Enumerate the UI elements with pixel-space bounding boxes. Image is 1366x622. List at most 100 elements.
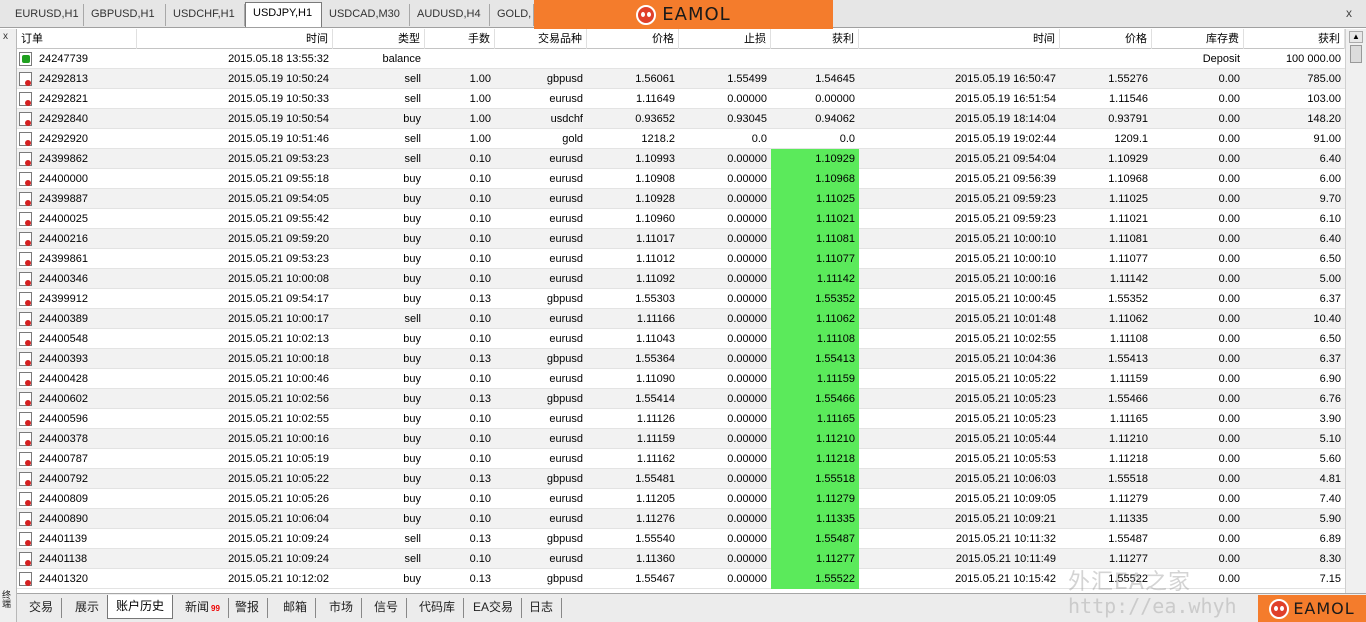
table-row[interactable]: 24399887 2015.05.21 09:54:05 buy 0.10 eurusd…	[17, 189, 1345, 209]
cell-open-time: 2015.05.21 09:55:18	[228, 173, 329, 185]
cell-symbol: eurusd	[549, 333, 583, 345]
table-row[interactable]: 24400809 2015.05.21 10:05:26 buy 0.10 eurusd…	[17, 489, 1345, 509]
column-header-order[interactable]: 订单	[17, 29, 137, 49]
table-row[interactable]: 24292920 2015.05.19 10:51:46 sell 1.00 gold 1…	[17, 129, 1345, 149]
cell-close-price: 1.55487	[1108, 533, 1148, 545]
column-header-symbol[interactable]: 交易品种	[495, 29, 587, 49]
cell-type: buy	[403, 293, 421, 305]
cell-close-time: 2015.05.21 10:09:05	[955, 493, 1056, 505]
cell-profit: 91.00	[1313, 133, 1341, 145]
cell-close-price: 1.11077	[1109, 253, 1148, 265]
table-row[interactable]: 24400596 2015.05.21 10:02:55 buy 0.10 eurusd…	[17, 409, 1345, 429]
cell-profit: 5.60	[1319, 453, 1341, 465]
terminal-tab[interactable]: 市场	[321, 598, 363, 618]
column-header-type[interactable]: 类型	[333, 29, 425, 49]
table-row[interactable]: 24400393 2015.05.21 10:00:18 buy 0.13 gbpusd…	[17, 349, 1345, 369]
scroll-thumb[interactable]	[1350, 45, 1362, 63]
table-row[interactable]: 24400787 2015.05.21 10:05:19 buy 0.10 eurusd…	[17, 449, 1345, 469]
cell-lots: 0.10	[469, 553, 491, 565]
toolbox-close-icon[interactable]: x	[3, 31, 8, 42]
corner-logo-text: EAMOL	[1293, 599, 1355, 618]
column-header-open-time[interactable]: 时间	[137, 29, 333, 49]
table-row[interactable]: 24401139 2015.05.21 10:09:24 sell 0.13 gbpus…	[17, 529, 1345, 549]
column-header-close-price[interactable]: 价格	[1060, 29, 1152, 49]
column-header-stop-loss[interactable]: 止损	[679, 29, 771, 49]
table-row[interactable]: 24400548 2015.05.21 10:02:13 buy 0.10 eurusd…	[17, 329, 1345, 349]
cell-swap: 0.00	[1218, 453, 1240, 465]
chart-tab[interactable]: AUDUSD,H4	[410, 4, 490, 26]
cell-take-profit: 1.11218	[771, 449, 859, 469]
table-row[interactable]: 24399862 2015.05.21 09:53:23 sell 0.10 eurus…	[17, 149, 1345, 169]
chart-tab[interactable]: USDCAD,M30	[322, 4, 410, 26]
cell-order: 24399862	[39, 153, 88, 165]
column-header-open-price[interactable]: 价格	[587, 29, 679, 49]
table-row[interactable]: 24399861 2015.05.21 09:53:23 buy 0.10 eurusd…	[17, 249, 1345, 269]
terminal-tab[interactable]: 信号	[366, 598, 408, 618]
terminal-tab[interactable]: 邮箱	[275, 598, 317, 618]
column-header-close-time[interactable]: 时间	[859, 29, 1060, 49]
table-row[interactable]: 24400389 2015.05.21 10:00:17 sell 0.10 eurus…	[17, 309, 1345, 329]
table-row[interactable]: 24400428 2015.05.21 10:00:46 buy 0.10 eurusd…	[17, 369, 1345, 389]
cell-take-profit: 1.11159	[771, 369, 859, 389]
chart-tab[interactable]: EURUSD,H1	[8, 4, 84, 26]
table-row[interactable]: 24292821 2015.05.19 10:50:33 sell 1.00 eurus…	[17, 89, 1345, 109]
chart-tab[interactable]: GBPUSD,H1	[84, 4, 166, 26]
cell-open-time: 2015.05.21 09:59:20	[228, 233, 329, 245]
table-row[interactable]: 24247739 2015.05.18 13:55:32 balance Deposi…	[17, 49, 1345, 69]
chart-tab[interactable]: USDJPY,H1	[245, 2, 322, 27]
closed-order-icon	[19, 152, 32, 166]
table-row[interactable]: 24400890 2015.05.21 10:06:04 buy 0.10 eurusd…	[17, 509, 1345, 529]
cell-order: 24400792	[39, 473, 88, 485]
cell-profit: 6.37	[1319, 293, 1341, 305]
chart-tab[interactable]: GOLD,	[490, 4, 534, 26]
terminal-tab[interactable]: 新闻 99	[177, 598, 229, 618]
table-row[interactable]: 24400216 2015.05.21 09:59:20 buy 0.10 eurusd…	[17, 229, 1345, 249]
table-row[interactable]: 24401138 2015.05.21 10:09:24 sell 0.10 eurus…	[17, 549, 1345, 569]
terminal-tab[interactable]: EA交易	[465, 598, 523, 618]
column-header-lots[interactable]: 手数	[425, 29, 495, 49]
table-row[interactable]: 24400792 2015.05.21 10:05:22 buy 0.13 gbpusd…	[17, 469, 1345, 489]
closed-order-icon	[19, 372, 32, 386]
terminal-tab[interactable]: 日志	[521, 598, 563, 618]
cell-take-profit: 1.11108	[771, 329, 859, 349]
cell-profit: 4.81	[1319, 473, 1341, 485]
table-row[interactable]: 24399912 2015.05.21 09:54:17 buy 0.13 gbpusd…	[17, 289, 1345, 309]
scroll-up-arrow-icon[interactable]: ▲	[1349, 31, 1363, 43]
cell-lots: 0.10	[469, 433, 491, 445]
table-row[interactable]: 24400602 2015.05.21 10:02:56 buy 0.13 gbpusd…	[17, 389, 1345, 409]
vertical-scrollbar[interactable]: ▲	[1345, 29, 1366, 593]
terminal-tab[interactable]: 交易	[21, 598, 63, 618]
closed-order-icon	[19, 392, 32, 406]
column-header-profit[interactable]: 获利	[1244, 29, 1345, 49]
terminal-tab[interactable]: 展示	[67, 598, 109, 618]
cell-stop-loss: 0.00000	[727, 353, 767, 365]
cell-open-price: 1.10928	[635, 193, 675, 205]
table-row[interactable]: 24400000 2015.05.21 09:55:18 buy 0.10 eurusd…	[17, 169, 1345, 189]
cell-lots: 0.13	[469, 573, 491, 585]
close-icon[interactable]: x	[1346, 6, 1352, 20]
column-header-take-profit[interactable]: 获利	[771, 29, 859, 49]
terminal-tab-label: 代码库	[419, 600, 456, 614]
table-row[interactable]: 24401320 2015.05.21 10:12:02 buy 0.13 gbpusd…	[17, 569, 1345, 589]
table-row[interactable]: 24292840 2015.05.19 10:50:54 buy 1.00 usdchf…	[17, 109, 1345, 129]
table-row[interactable]: 24400346 2015.05.21 10:00:08 buy 0.10 eurusd…	[17, 269, 1345, 289]
cell-open-price: 1.55540	[635, 533, 675, 545]
cell-take-profit: 1.10968	[771, 169, 859, 189]
column-header-swap[interactable]: 库存费	[1152, 29, 1244, 49]
closed-order-icon	[19, 472, 32, 486]
table-row[interactable]: 24292813 2015.05.19 10:50:24 sell 1.00 gbpus…	[17, 69, 1345, 89]
cell-stop-loss: 1.55499	[727, 73, 767, 85]
cell-lots: 0.10	[469, 153, 491, 165]
cell-type: buy	[403, 573, 421, 585]
terminal-tab[interactable]: 代码库	[411, 598, 465, 618]
table-row[interactable]: 24400378 2015.05.21 10:00:16 buy 0.10 eurusd…	[17, 429, 1345, 449]
closed-order-icon	[19, 232, 32, 246]
cell-lots: 0.13	[469, 473, 491, 485]
cell-take-profit: 0.0	[839, 133, 855, 145]
chart-tab[interactable]: USDCHF,H1	[166, 4, 245, 26]
cell-lots: 0.10	[469, 493, 491, 505]
cell-open-time: 2015.05.21 10:06:04	[228, 513, 329, 525]
terminal-tab[interactable]: 警报	[227, 598, 269, 618]
table-row[interactable]: 24400025 2015.05.21 09:55:42 buy 0.10 eurusd…	[17, 209, 1345, 229]
terminal-tab[interactable]: 账户历史	[107, 595, 174, 619]
